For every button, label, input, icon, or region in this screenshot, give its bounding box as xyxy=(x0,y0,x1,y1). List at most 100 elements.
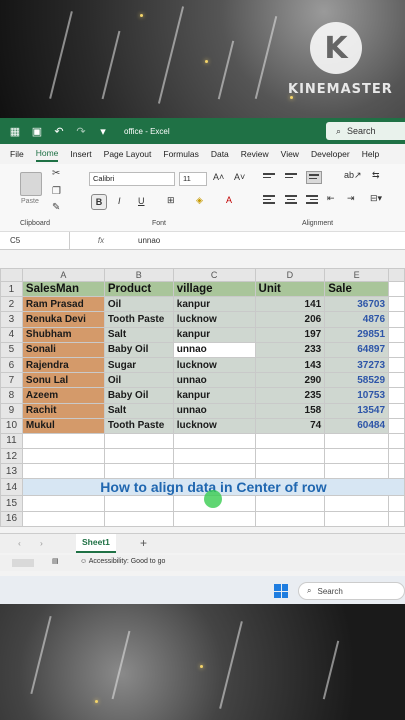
row-header[interactable]: 16 xyxy=(0,510,23,527)
salesman-cell[interactable]: Rajendra xyxy=(21,356,105,374)
cell[interactable] xyxy=(254,448,326,465)
sale-cell[interactable]: 64897 xyxy=(324,341,390,358)
unit-cell[interactable]: 74 xyxy=(254,417,326,434)
sale-cell[interactable]: 10753 xyxy=(324,387,390,404)
cell[interactable] xyxy=(388,296,405,313)
header-cell[interactable]: village xyxy=(172,280,256,298)
row-header[interactable]: 13 xyxy=(0,463,23,480)
cell[interactable] xyxy=(388,463,405,480)
sheet-table[interactable]: A B C D E 1 SalesMan Product village Unit Sal… xyxy=(0,268,405,527)
align-right-icon[interactable] xyxy=(306,195,318,205)
cell[interactable] xyxy=(388,448,405,465)
sale-cell[interactable]: 37273 xyxy=(324,356,390,374)
fill-color-icon[interactable]: ◈ xyxy=(196,195,203,206)
village-cell[interactable]: kanpur xyxy=(172,326,256,343)
cell[interactable] xyxy=(21,510,105,527)
cell[interactable] xyxy=(103,448,174,465)
village-cell[interactable]: unnao xyxy=(172,341,256,358)
cell[interactable] xyxy=(103,495,174,512)
cell[interactable] xyxy=(172,448,256,465)
row-header[interactable]: 9 xyxy=(0,402,23,419)
row-header[interactable]: 2 xyxy=(0,296,23,313)
increase-indent-icon[interactable]: ⇥ xyxy=(347,193,355,204)
product-cell[interactable]: Sugar xyxy=(103,356,174,374)
column-header-f[interactable] xyxy=(388,268,405,282)
sale-cell[interactable]: 60484 xyxy=(324,417,390,434)
unit-cell[interactable]: 235 xyxy=(254,387,326,404)
cell[interactable] xyxy=(172,463,256,480)
wrap-text-icon[interactable]: ⇆ xyxy=(372,170,380,181)
cut-icon[interactable]: ✂ xyxy=(52,168,60,179)
village-cell[interactable]: kanpur xyxy=(172,387,256,404)
tab-review[interactable]: Review xyxy=(241,147,269,161)
tab-data[interactable]: Data xyxy=(211,147,229,161)
tab-view[interactable]: View xyxy=(281,147,299,161)
cell[interactable] xyxy=(324,463,390,480)
unit-cell[interactable]: 197 xyxy=(254,326,326,343)
taskbar-search[interactable]: ⌕ Search xyxy=(298,582,405,600)
column-header-b[interactable]: B xyxy=(103,268,174,282)
product-cell[interactable]: Tooth Paste xyxy=(103,311,174,328)
village-cell[interactable]: unnao xyxy=(172,402,256,419)
cell[interactable] xyxy=(388,280,405,298)
salesman-cell[interactable]: Shubham xyxy=(21,326,105,343)
format-painter-icon[interactable]: ✎ xyxy=(52,202,60,213)
column-header-e[interactable]: E xyxy=(324,268,390,282)
cell[interactable] xyxy=(324,510,390,527)
middle-align-icon[interactable] xyxy=(285,173,297,183)
product-cell[interactable]: Oil xyxy=(103,296,174,313)
header-cell[interactable]: Unit xyxy=(254,280,326,298)
row-header[interactable]: 10 xyxy=(0,417,23,434)
cell[interactable] xyxy=(388,356,405,374)
cell[interactable] xyxy=(21,463,105,480)
village-cell[interactable]: lucknow xyxy=(172,311,256,328)
search-box[interactable]: ⌕ Search xyxy=(326,122,405,140)
orientation-icon[interactable]: ab↗ xyxy=(344,170,362,181)
salesman-cell[interactable]: Mukul xyxy=(21,417,105,434)
cell[interactable] xyxy=(103,432,174,450)
tab-page-layout[interactable]: Page Layout xyxy=(104,147,152,161)
row-header[interactable]: 5 xyxy=(0,341,23,358)
row-header[interactable]: 6 xyxy=(0,356,23,374)
cell[interactable] xyxy=(254,432,326,450)
sale-cell[interactable]: 13547 xyxy=(324,402,390,419)
italic-button[interactable]: I xyxy=(118,196,121,206)
column-header-d[interactable]: D xyxy=(254,268,326,282)
cell[interactable] xyxy=(172,432,256,450)
bold-button[interactable]: B xyxy=(91,194,107,210)
tab-help[interactable]: Help xyxy=(362,147,379,161)
salesman-cell[interactable]: Rachit xyxy=(21,402,105,419)
prev-sheet-icon[interactable]: ‹ xyxy=(18,538,21,548)
cell[interactable] xyxy=(254,463,326,480)
sale-cell[interactable]: 4876 xyxy=(324,311,390,328)
row-header[interactable]: 15 xyxy=(0,495,23,512)
cell[interactable] xyxy=(388,341,405,358)
unit-cell[interactable]: 290 xyxy=(254,372,326,389)
salesman-cell[interactable]: Sonali xyxy=(21,341,105,358)
village-cell[interactable]: kanpur xyxy=(172,296,256,313)
row-header[interactable]: 4 xyxy=(0,326,23,343)
header-cell[interactable]: SalesMan xyxy=(21,280,105,298)
row-header[interactable]: 1 xyxy=(0,280,23,298)
product-cell[interactable]: Oil xyxy=(103,372,174,389)
row-header[interactable]: 12 xyxy=(0,448,23,465)
cell[interactable] xyxy=(324,495,390,512)
font-name-dropdown[interactable]: Calibri xyxy=(89,172,175,186)
salesman-cell[interactable]: Azeem xyxy=(21,387,105,404)
formula-input[interactable]: unnao xyxy=(132,236,160,245)
copy-icon[interactable]: ❐ xyxy=(52,186,61,197)
tab-home[interactable]: Home xyxy=(35,146,59,162)
column-header-a[interactable]: A xyxy=(21,268,105,282)
sheet-tab-sheet1[interactable]: Sheet1 xyxy=(76,534,116,553)
paste-button[interactable] xyxy=(20,172,42,196)
borders-icon[interactable]: ⊞ xyxy=(167,195,175,206)
redo-icon[interactable]: ↷ xyxy=(74,124,88,138)
row-header[interactable]: 8 xyxy=(0,387,23,404)
row-header[interactable]: 3 xyxy=(0,311,23,328)
macro-icon[interactable]: ▤ xyxy=(52,557,59,565)
tab-file[interactable]: File xyxy=(10,147,24,161)
header-cell[interactable]: Product xyxy=(103,280,174,298)
fx-label[interactable]: fx xyxy=(70,236,132,245)
cell[interactable] xyxy=(388,495,405,512)
column-header-c[interactable]: C xyxy=(172,268,256,282)
